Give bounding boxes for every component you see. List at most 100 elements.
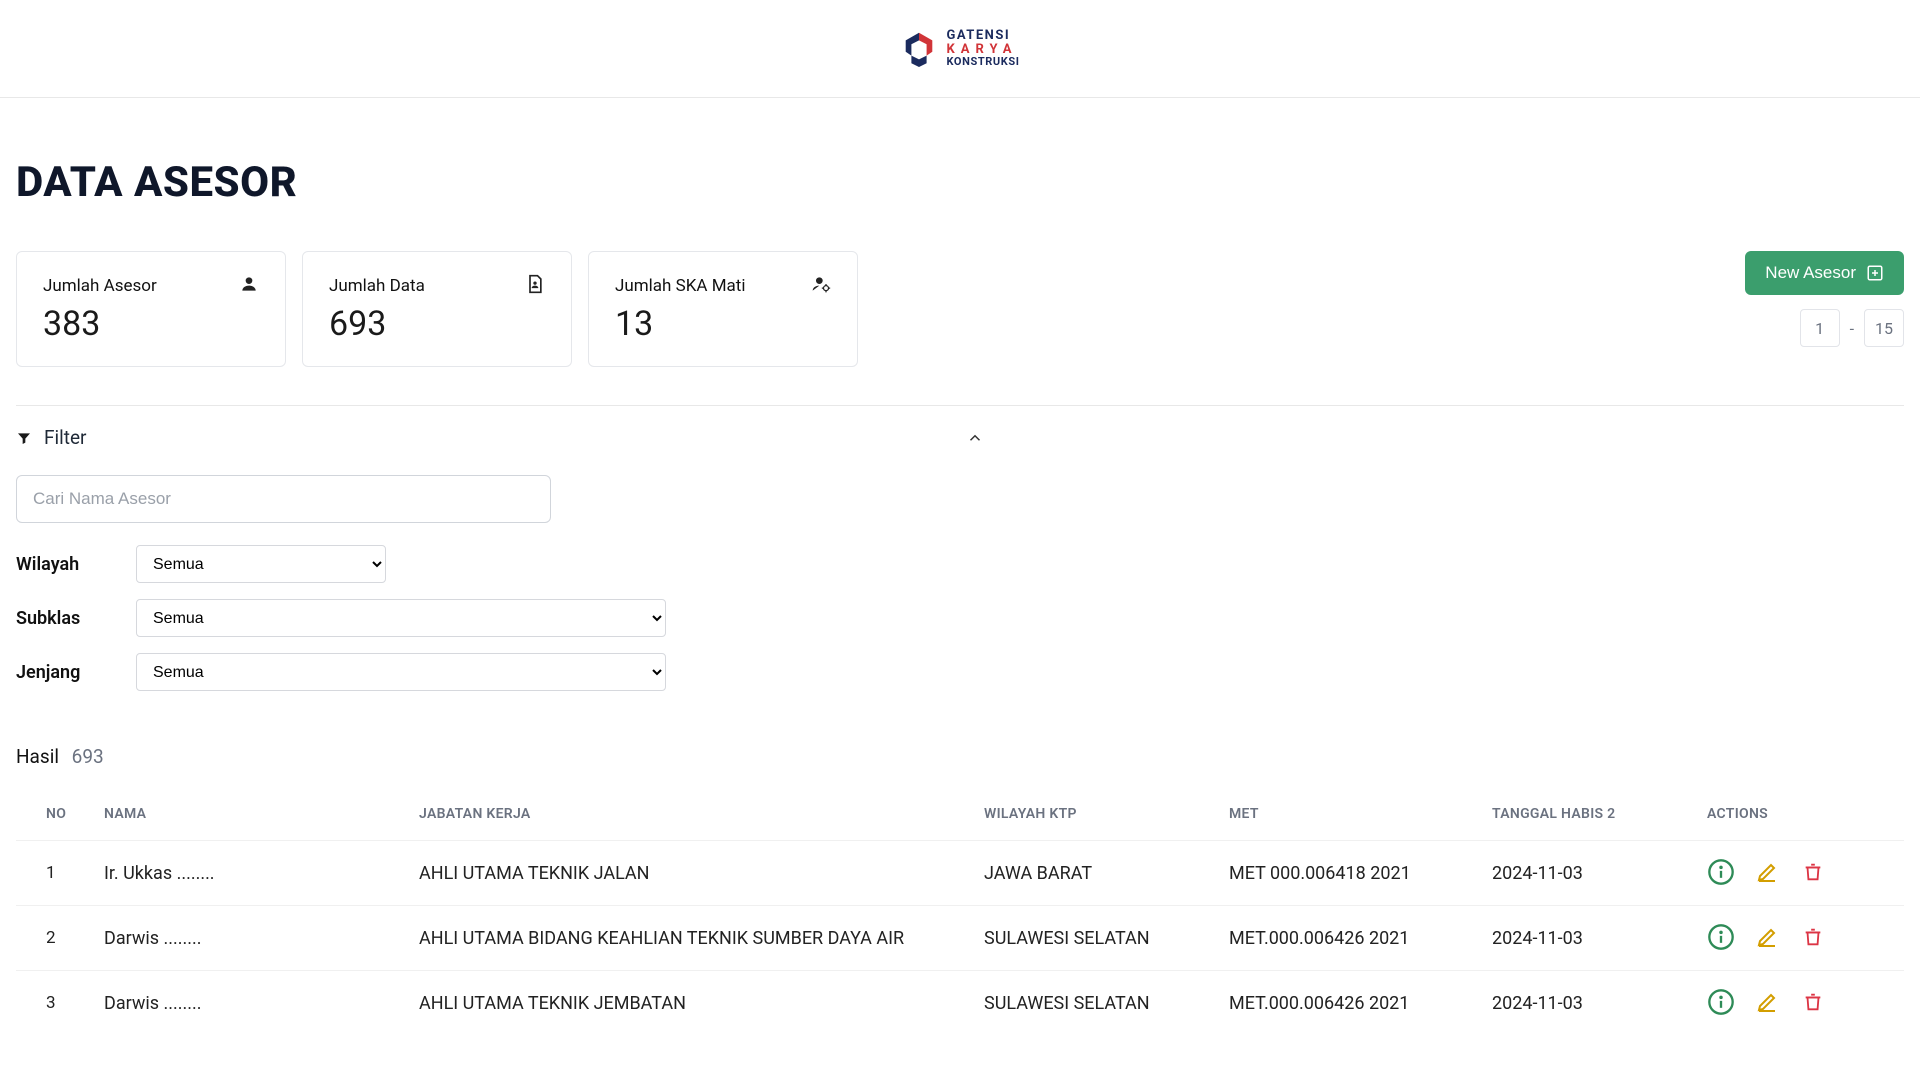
card-ska-mati: Jumlah SKA Mati 13 bbox=[588, 251, 858, 367]
cell-met: MET.000.006426 2021 bbox=[1229, 928, 1492, 949]
chevron-up-icon bbox=[966, 429, 984, 447]
cell-nama: Ir. Ukkas ........ bbox=[104, 863, 419, 884]
cell-nama: Darwis ........ bbox=[104, 928, 419, 949]
card-value: 13 bbox=[615, 304, 831, 344]
delete-icon bbox=[1802, 991, 1824, 1016]
brand-line2: KARYA bbox=[946, 43, 1019, 57]
logo-mark-icon bbox=[900, 29, 938, 67]
wilayah-select[interactable]: Semua bbox=[136, 545, 386, 583]
cell-met: MET.000.006426 2021 bbox=[1229, 993, 1492, 1014]
col-jabatan: JABATAN KERJA bbox=[419, 806, 984, 822]
edit-button[interactable] bbox=[1753, 924, 1781, 952]
card-label: Jumlah SKA Mati bbox=[615, 276, 831, 296]
person-icon bbox=[239, 274, 259, 294]
filter-body: Wilayah Semua Subklas Semua Jenjang Semu… bbox=[16, 467, 1904, 717]
table-row: 1Ir. Ukkas ........AHLI UTAMA TEKNIK JAL… bbox=[16, 840, 1904, 905]
delete-button[interactable] bbox=[1799, 989, 1827, 1017]
cell-actions bbox=[1707, 924, 1907, 952]
jenjang-label: Jenjang bbox=[16, 662, 136, 683]
info-button[interactable] bbox=[1707, 989, 1735, 1017]
subklas-select[interactable]: Semua bbox=[136, 599, 666, 637]
cell-jabatan: AHLI UTAMA TEKNIK JALAN bbox=[419, 863, 984, 884]
card-jumlah-asesor: Jumlah Asesor 383 bbox=[16, 251, 286, 367]
filter-section: Filter Wilayah Semua Subklas Semua J bbox=[16, 405, 1904, 717]
info-button[interactable] bbox=[1707, 859, 1735, 887]
col-nama: NAMA bbox=[104, 806, 419, 822]
table-row: 3Darwis ........AHLI UTAMA TEKNIK JEMBAT… bbox=[16, 970, 1904, 1035]
plus-box-icon bbox=[1866, 264, 1884, 282]
page-sep: - bbox=[1850, 319, 1854, 338]
table-row: 2Darwis ........AHLI UTAMA BIDANG KEAHLI… bbox=[16, 905, 1904, 970]
col-met: MET bbox=[1229, 806, 1492, 822]
jenjang-select[interactable]: Semua bbox=[136, 653, 666, 691]
cell-tgl: 2024-11-03 bbox=[1492, 863, 1707, 884]
wilayah-label: Wilayah bbox=[16, 554, 136, 575]
col-actions: ACTIONS bbox=[1707, 806, 1907, 822]
col-no: NO bbox=[16, 806, 104, 822]
brand-line3: KONSTRUKSI bbox=[946, 56, 1019, 68]
card-label: Jumlah Asesor bbox=[43, 276, 259, 296]
cell-nama: Darwis ........ bbox=[104, 993, 419, 1014]
pagination: 1 - 15 bbox=[1800, 309, 1904, 347]
table-header: NO NAMA JABATAN KERJA WILAYAH KTP MET TA… bbox=[16, 788, 1904, 840]
new-asesor-button[interactable]: New Asesor bbox=[1745, 251, 1904, 295]
cell-actions bbox=[1707, 859, 1907, 887]
stat-cards: Jumlah Asesor 383 Jumlah Data 693 Jumlah… bbox=[16, 251, 858, 367]
cell-no: 2 bbox=[16, 928, 104, 948]
cell-tgl: 2024-11-03 bbox=[1492, 993, 1707, 1014]
brand-logo: GATENSI KARYA KONSTRUKSI bbox=[900, 29, 1019, 68]
edit-button[interactable] bbox=[1753, 989, 1781, 1017]
filter-toggle[interactable]: Filter bbox=[16, 406, 1904, 467]
delete-icon bbox=[1802, 861, 1824, 886]
cell-tgl: 2024-11-03 bbox=[1492, 928, 1707, 949]
card-value: 383 bbox=[43, 304, 259, 344]
app-header: GATENSI KARYA KONSTRUKSI bbox=[0, 0, 1920, 98]
delete-icon bbox=[1802, 926, 1824, 951]
info-icon bbox=[1707, 988, 1735, 1019]
edit-icon bbox=[1755, 990, 1779, 1017]
cell-wilayah: JAWA BARAT bbox=[984, 863, 1229, 884]
col-tgl: TANGGAL HABIS 2 bbox=[1492, 806, 1707, 822]
filter-row-wilayah: Wilayah Semua bbox=[16, 545, 1904, 583]
cell-wilayah: SULAWESI SELATAN bbox=[984, 928, 1229, 949]
filter-icon bbox=[16, 430, 32, 446]
asesor-table: NO NAMA JABATAN KERJA WILAYAH KTP MET TA… bbox=[16, 788, 1904, 1035]
edit-icon bbox=[1755, 860, 1779, 887]
brand-line1: GATENSI bbox=[946, 29, 1019, 43]
subklas-label: Subklas bbox=[16, 608, 136, 629]
filter-row-subklas: Subklas Semua bbox=[16, 599, 1904, 637]
col-wilayah: WILAYAH KTP bbox=[984, 806, 1229, 822]
document-icon bbox=[525, 274, 545, 294]
results-label: Hasil bbox=[16, 745, 59, 768]
cell-jabatan: AHLI UTAMA BIDANG KEAHLIAN TEKNIK SUMBER… bbox=[419, 928, 984, 949]
card-jumlah-data: Jumlah Data 693 bbox=[302, 251, 572, 367]
cell-jabatan: AHLI UTAMA TEKNIK JEMBATAN bbox=[419, 993, 984, 1014]
filter-title: Filter bbox=[44, 426, 86, 449]
cell-met: MET 000.006418 2021 bbox=[1229, 863, 1492, 884]
cell-wilayah: SULAWESI SELATAN bbox=[984, 993, 1229, 1014]
card-label: Jumlah Data bbox=[329, 276, 545, 296]
delete-button[interactable] bbox=[1799, 859, 1827, 887]
info-icon bbox=[1707, 858, 1735, 889]
search-input[interactable] bbox=[16, 475, 551, 523]
cell-no: 3 bbox=[16, 993, 104, 1013]
edit-button[interactable] bbox=[1753, 859, 1781, 887]
cell-no: 1 bbox=[16, 863, 104, 883]
new-asesor-label: New Asesor bbox=[1765, 263, 1856, 283]
page-title: DATA ASESOR bbox=[16, 158, 1904, 207]
main-content: DATA ASESOR Jumlah Asesor 383 Jumlah Dat… bbox=[0, 98, 1920, 1035]
info-button[interactable] bbox=[1707, 924, 1735, 952]
info-icon bbox=[1707, 923, 1735, 954]
card-value: 693 bbox=[329, 304, 545, 344]
person-gear-icon bbox=[811, 274, 831, 294]
brand-text: GATENSI KARYA KONSTRUKSI bbox=[946, 29, 1019, 68]
filter-row-jenjang: Jenjang Semua bbox=[16, 653, 1904, 691]
top-actions: New Asesor 1 - 15 bbox=[1745, 251, 1904, 347]
delete-button[interactable] bbox=[1799, 924, 1827, 952]
page-to[interactable]: 15 bbox=[1864, 309, 1904, 347]
edit-icon bbox=[1755, 925, 1779, 952]
results-count: 693 bbox=[72, 745, 104, 768]
results-header: Hasil 693 bbox=[16, 745, 1904, 768]
page-from[interactable]: 1 bbox=[1800, 309, 1840, 347]
summary-row: Jumlah Asesor 383 Jumlah Data 693 Jumlah… bbox=[16, 251, 1904, 367]
